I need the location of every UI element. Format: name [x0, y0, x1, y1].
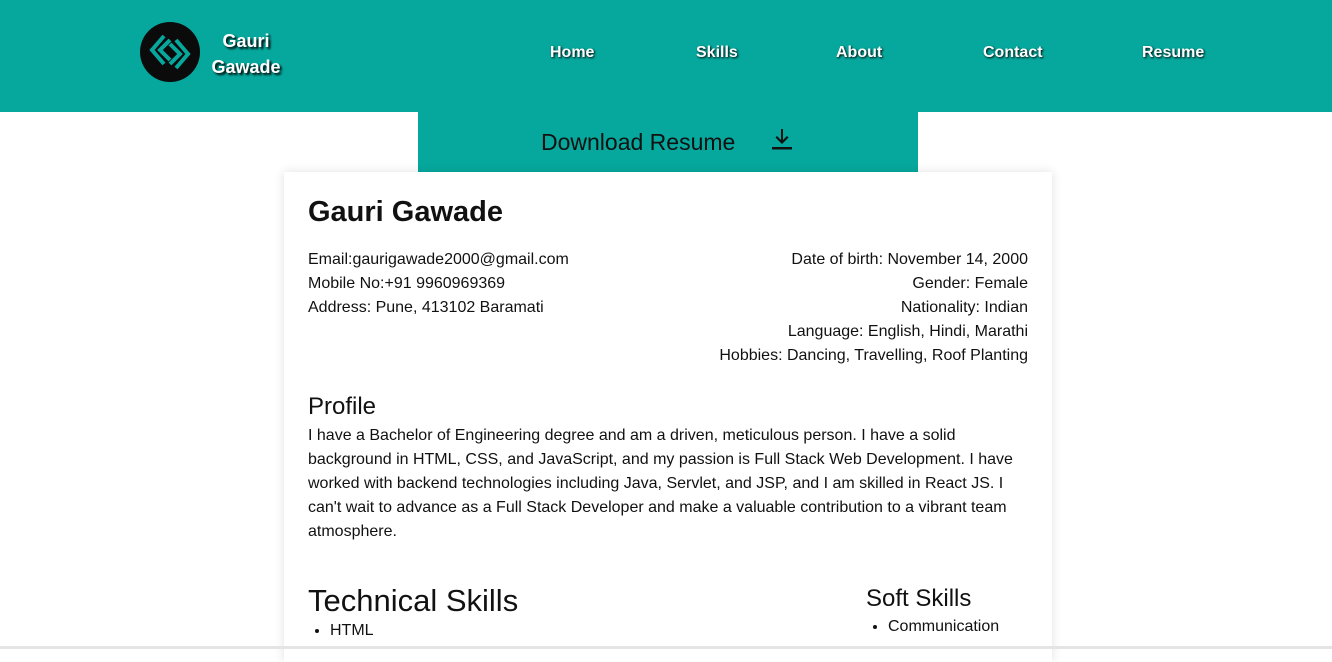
logo[interactable]: [140, 22, 200, 82]
brand-name[interactable]: Gauri Gawade: [200, 28, 292, 80]
email-text: Email:gaurigawade2000@gmail.com: [308, 251, 569, 268]
brand-last-name: Gawade: [211, 57, 281, 77]
resume-name: Gauri Gawade: [308, 196, 504, 228]
nav-home[interactable]: Home: [550, 44, 594, 62]
download-resume-button[interactable]: Download Resume: [418, 112, 918, 172]
address-text: Address: Pune, 413102 Baramati: [308, 299, 544, 316]
soft-skills-list: Communication: [866, 615, 999, 639]
soft-skills-heading: Soft Skills: [866, 585, 972, 612]
contact-info-left: Email:gaurigawade2000@gmail.com Mobile N…: [308, 248, 569, 320]
list-item: Communication: [888, 615, 999, 639]
profile-paragraph: I have a Bachelor of Engineering degree …: [308, 427, 1013, 540]
nav-contact[interactable]: Contact: [983, 44, 1043, 62]
nav-about[interactable]: About: [836, 44, 882, 62]
resume-card: Gauri Gawade Email:gaurigawade2000@gmail…: [284, 172, 1052, 662]
download-icon: [772, 129, 792, 150]
brand-first-name: Gauri: [222, 31, 270, 51]
profile-heading: Profile: [308, 393, 377, 420]
nationality-text: Nationality: Indian: [900, 299, 1028, 316]
nav-skills[interactable]: Skills: [696, 44, 738, 62]
technical-skills-heading: Technical Skills: [308, 583, 519, 618]
mobile-text: Mobile No:+91 9960969369: [308, 275, 506, 292]
list-item: HTML: [330, 619, 374, 643]
diamond-link-logo-icon: [149, 34, 191, 70]
date-of-birth-text: Date of birth: November 14, 2000: [791, 251, 1028, 268]
hobbies-text: Hobbies: Dancing, Travelling, Roof Plant…: [719, 347, 1028, 364]
navbar: Gauri Gawade Home Skills About Contact R…: [0, 0, 1332, 112]
technical-skills-list: HTML: [308, 619, 374, 643]
download-resume-label: Download Resume: [541, 129, 736, 155]
nav-resume[interactable]: Resume: [1142, 44, 1204, 62]
language-text: Language: English, Hindi, Marathi: [787, 323, 1028, 340]
gender-text: Gender: Female: [912, 275, 1028, 292]
personal-info-right: Date of birth: November 14, 2000 Gender:…: [719, 248, 1028, 368]
